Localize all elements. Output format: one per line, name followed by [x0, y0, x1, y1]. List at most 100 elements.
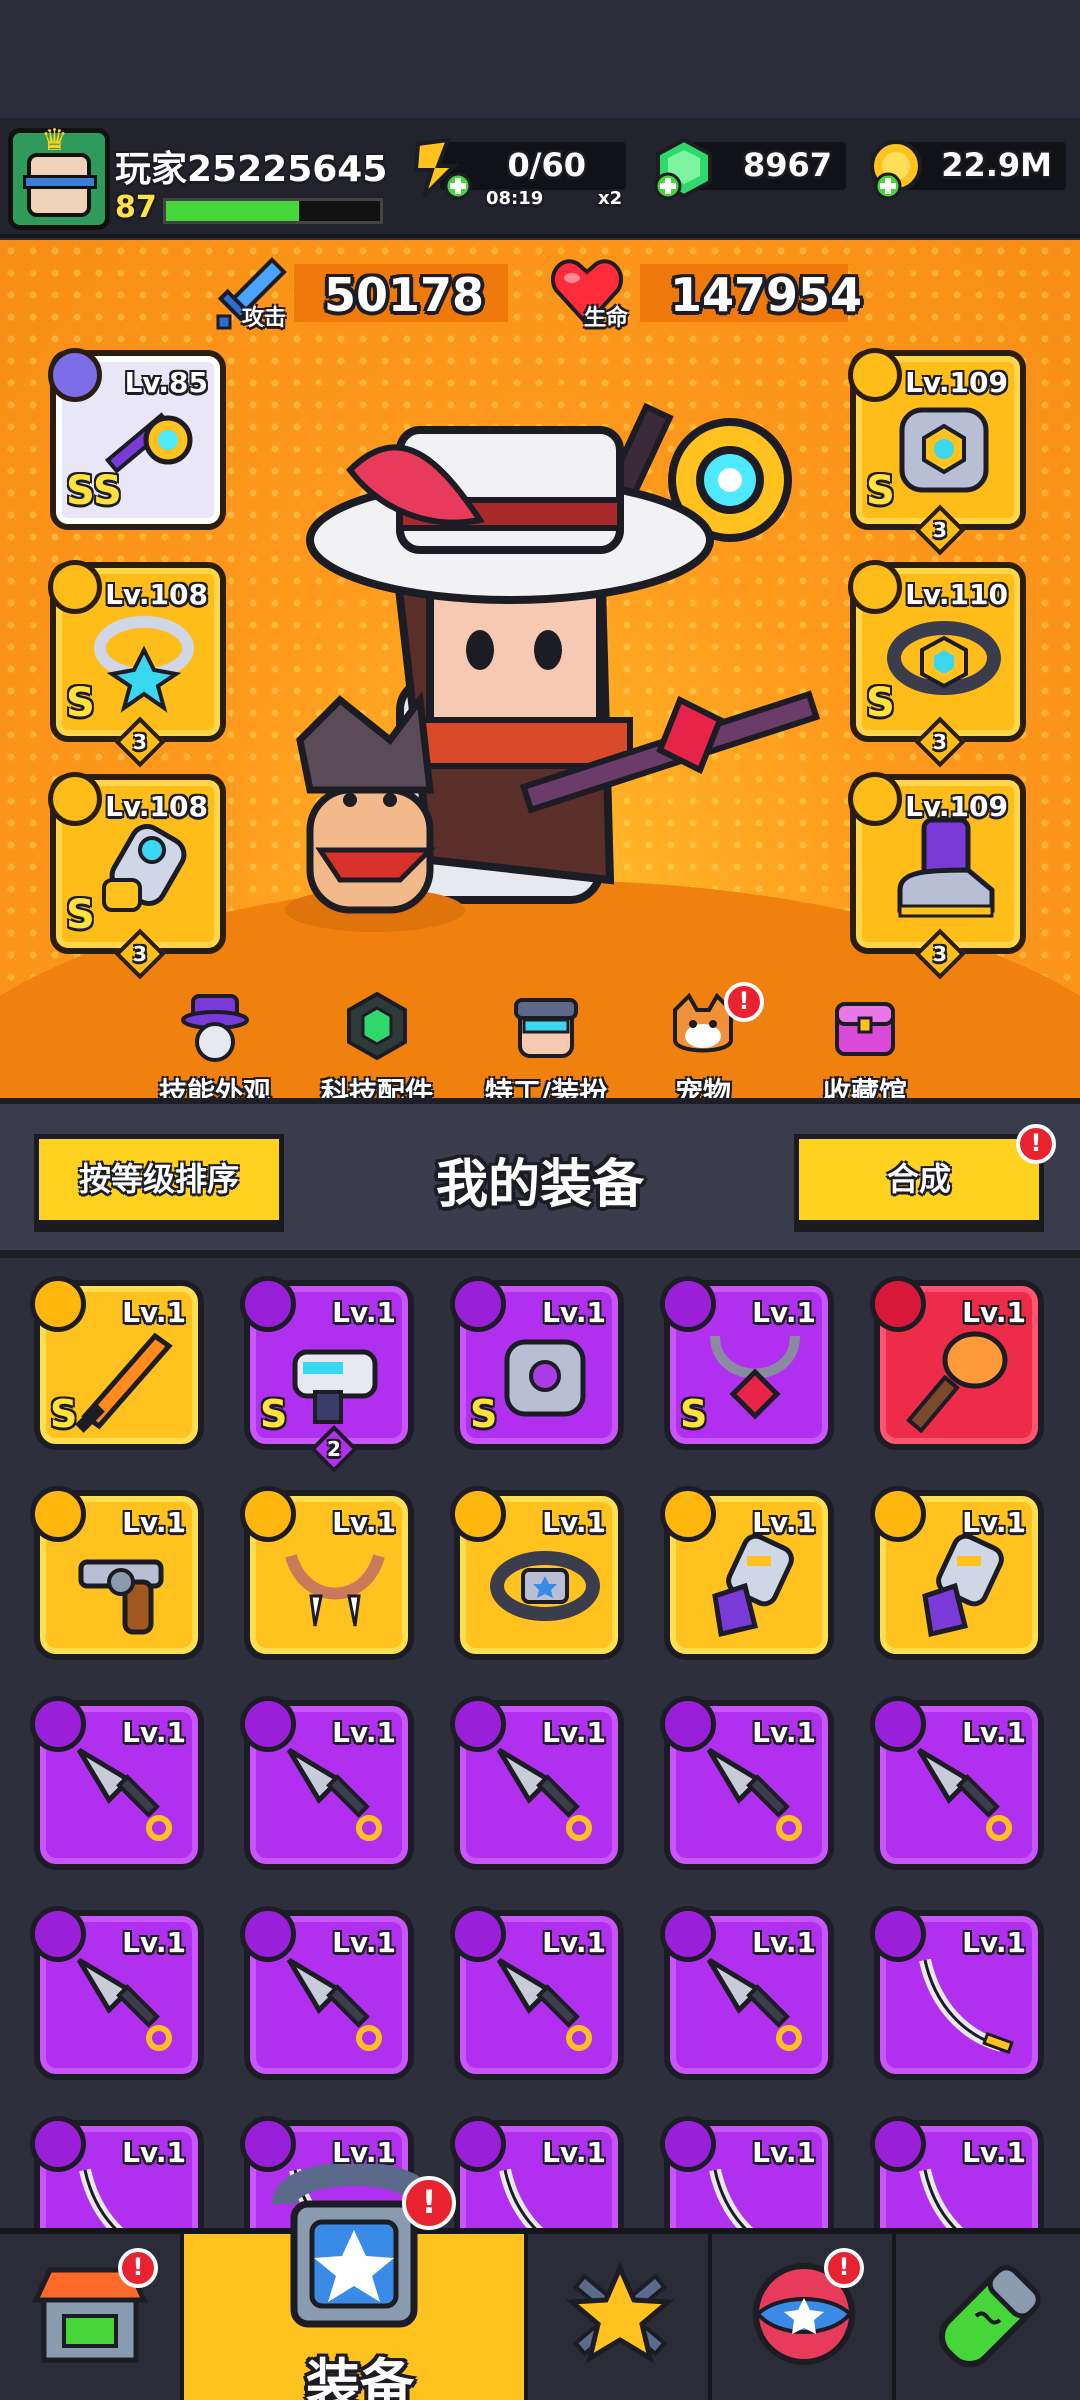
equipment-alert-badge: ! — [402, 2176, 456, 2230]
item-tier: S — [50, 1392, 78, 1436]
item-level: Lv.1 — [122, 1296, 186, 1329]
inventory-item[interactable]: Lv.1 — [870, 1696, 1044, 1870]
gauntlet-icon — [102, 824, 187, 912]
gold-add-icon[interactable] — [866, 136, 930, 200]
inventory-item[interactable]: Lv.1 — [450, 1696, 624, 1870]
inventory-item[interactable]: Lv.1 — [660, 1906, 834, 2080]
inventory-item[interactable]: Lv.1 — [660, 1696, 834, 1870]
inventory-item[interactable]: Lv.1 — [450, 1906, 624, 2080]
slot-tier: S — [866, 468, 895, 514]
merge-button[interactable]: 合成 — [794, 1134, 1044, 1232]
inventory-item[interactable]: Lv.1 — [450, 2116, 624, 2230]
nav-events[interactable]: ! — [712, 2234, 896, 2400]
bottom-navigation: ! ! ! — [0, 2164, 1080, 2400]
item-tier: S — [680, 1392, 708, 1436]
item-level: Lv.1 — [752, 1506, 816, 1539]
inventory-item[interactable]: Lv.1 S — [450, 1276, 624, 1450]
inventory-item[interactable]: Lv.1 S — [660, 1276, 834, 1450]
inventory-item[interactable]: Lv.1 — [30, 1696, 204, 1870]
battle-star-icon — [565, 2261, 675, 2364]
tab-collection[interactable]: 收藏馆 — [790, 990, 940, 1098]
skin-hat-icon — [181, 994, 249, 1062]
inventory-grid: Lv.1 S Lv.1 S 2 Lv.1 S Lv.1 S Lv.1 Lv.1 Lv.1 Lv.1 Lv.… — [0, 1258, 1080, 2230]
slot-tier: S — [66, 680, 95, 726]
energy-timer: 08:19 — [486, 188, 544, 209]
nav-dna-lab[interactable] — [896, 2234, 1080, 2400]
equip-slot-armor[interactable]: Lv.109 S 3 — [848, 348, 1026, 556]
inventory-title: 我的装备 — [435, 1155, 644, 1215]
revolver-icon — [78, 1559, 164, 1635]
inventory-item[interactable]: Lv.1 — [450, 1486, 624, 1660]
hero-character[interactable] — [280, 320, 880, 960]
tab-skill-skins[interactable]: 技能外观 — [140, 990, 290, 1098]
player-avatar[interactable]: ♛ — [8, 123, 110, 230]
item-level: Lv.1 — [542, 1926, 606, 1959]
item-level: Lv.1 — [962, 1716, 1026, 1749]
gauntlet-icon — [712, 1533, 794, 1638]
gem-value: 8967 — [742, 146, 832, 184]
attack-stat: 50178 — [294, 264, 508, 322]
equip-slot-boots[interactable]: Lv.109 3 — [848, 772, 1026, 980]
inventory-item[interactable]: Lv.1 — [870, 1486, 1044, 1660]
slot-tier: S — [866, 680, 895, 726]
equip-slot-necklace[interactable]: Lv.108 S 3 — [48, 560, 226, 768]
slot-level: Lv.109 — [905, 790, 1008, 823]
dna-capsule-icon — [938, 2265, 1041, 2368]
item-level: Lv.1 — [752, 2136, 816, 2169]
energy-multiplier: x2 — [598, 188, 623, 209]
inventory-item[interactable]: Lv.1 — [30, 1906, 204, 2080]
gauntlet-icon — [922, 1533, 1004, 1638]
gold-value: 22.9M — [941, 146, 1052, 184]
equip-slot-gloves[interactable]: Lv.108 S 3 — [48, 772, 226, 980]
tech-chip-icon — [347, 991, 407, 1061]
inventory-item[interactable]: Lv.1 S — [30, 1276, 204, 1450]
slot-level: Lv.109 — [905, 366, 1008, 399]
inventory-item[interactable]: Lv.1 — [30, 2116, 204, 2230]
torch-icon — [906, 1331, 1008, 1434]
item-level: Lv.1 — [752, 1716, 816, 1749]
gem-add-icon[interactable] — [652, 136, 716, 200]
avatar-headband — [23, 175, 97, 189]
xp-bar-fill — [166, 201, 299, 221]
equip-slot-weapon[interactable]: Lv.85 SS — [48, 348, 226, 530]
inventory-item[interactable]: Lv.1 — [240, 1906, 414, 2080]
nav-shop[interactable]: ! — [0, 2234, 184, 2400]
item-level: Lv.1 — [542, 1506, 606, 1539]
inventory-item[interactable]: Lv.1 — [30, 1486, 204, 1660]
inventory-item[interactable]: Lv.1 — [660, 1486, 834, 1660]
nav-battle[interactable] — [528, 2234, 712, 2400]
kunai-icon — [286, 1747, 382, 1841]
hp-stat: 147954 — [640, 264, 862, 322]
energy-add-icon[interactable] — [408, 136, 472, 200]
kunai-icon — [706, 1747, 802, 1841]
star-necklace-icon — [94, 616, 194, 713]
tab-tech-parts[interactable]: 科技配件 — [302, 990, 452, 1098]
energy-value: 0/60 — [507, 146, 586, 184]
tab-agents-outfits[interactable]: 特工/装扮 — [466, 990, 626, 1098]
slot-tier: S — [66, 892, 95, 938]
item-tier: S — [470, 1392, 498, 1436]
shop-alert-badge: ! — [118, 2248, 158, 2288]
player-name: 玩家25225645 — [115, 149, 388, 190]
item-level: Lv.1 — [122, 1506, 186, 1539]
inventory-header: 按等级排序 我的装备 合成 ! — [0, 1098, 1080, 1258]
sort-by-level-button[interactable]: 按等级排序 — [34, 1134, 284, 1232]
item-level: Lv.1 — [542, 1296, 606, 1329]
inventory-item[interactable]: Lv.1 — [870, 1276, 1044, 1450]
inventory-item[interactable]: Lv.1 — [870, 2116, 1044, 2230]
tab-pets[interactable]: 宠物 ! — [628, 982, 778, 1098]
inventory-item[interactable]: Lv.1 — [240, 1696, 414, 1870]
inventory-item[interactable]: Lv.1 — [240, 1486, 414, 1660]
player-level: 87 — [115, 190, 157, 225]
katana-icon — [919, 1958, 1014, 2055]
tab-label: 收藏馆 — [822, 1076, 907, 1098]
kunai-icon — [496, 1957, 592, 2051]
inventory-item[interactable]: Lv.1 — [870, 1906, 1044, 2080]
item-level: Lv.1 — [962, 1296, 1026, 1329]
inventory-item[interactable]: Lv.1 — [660, 2116, 834, 2230]
inventory-item[interactable]: Lv.1 S 2 — [240, 1276, 414, 1474]
necklace-icon — [710, 1335, 800, 1420]
item-level: Lv.1 — [332, 1506, 396, 1539]
armor-icon — [899, 407, 989, 493]
equip-slot-belt[interactable]: Lv.110 S 3 — [848, 560, 1026, 768]
